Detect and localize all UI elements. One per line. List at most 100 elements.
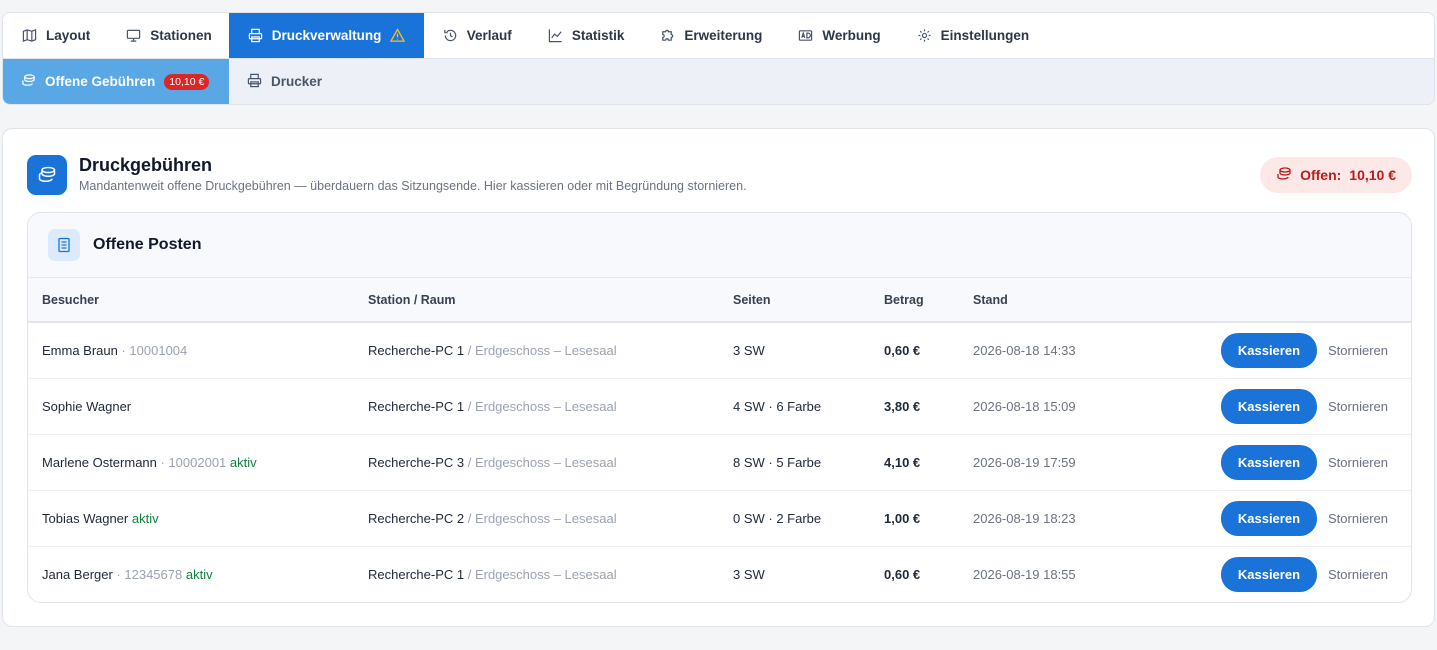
pages-cell: 3 SW — [733, 322, 884, 379]
tab-werbung[interactable]: Werbung — [779, 13, 897, 58]
kassieren-button[interactable]: Kassieren — [1220, 556, 1318, 592]
puzzle-icon — [660, 28, 675, 43]
card-header: Offene Posten — [28, 213, 1411, 278]
kassieren-button[interactable]: Kassieren — [1220, 388, 1318, 424]
column-header-betrag: Betrag — [884, 278, 973, 323]
station-name: Recherche-PC 3 — [368, 454, 465, 470]
actions-cell: Kassieren Stornieren — [1126, 378, 1411, 435]
visitor-name: Sophie Wagner — [42, 398, 132, 414]
pages-cell: 3 SW — [733, 566, 765, 582]
main-navigation: Layout Stationen Druckverwaltung Verlauf… — [2, 12, 1435, 105]
open-fees-badge: 10,10 € — [164, 73, 210, 90]
gear-icon — [917, 28, 932, 43]
subtab-drucker[interactable]: Drucker — [229, 59, 340, 104]
open-amount: 10,10 € — [1349, 167, 1396, 183]
ad-icon — [798, 28, 813, 43]
subtab-label: Drucker — [271, 74, 323, 89]
amount-cell: 3,80 € — [884, 378, 973, 435]
stornieren-button[interactable]: Stornieren — [1328, 511, 1388, 526]
tab-label: Druckverwaltung — [271, 28, 382, 43]
station-cell: Recherche-PC 1 / Erdgeschoss – Lesesaal — [368, 378, 733, 435]
visitor-status: aktiv — [226, 454, 257, 470]
amount-cell: 4,10 € — [884, 434, 973, 491]
tab-statistik[interactable]: Statistik — [529, 13, 642, 58]
visitor-card-id: · 10001004 — [117, 342, 188, 358]
tab-verlauf[interactable]: Verlauf — [424, 13, 529, 58]
visitor-name: Marlene Ostermann — [42, 454, 157, 470]
station-name: Recherche-PC 1 — [368, 342, 465, 358]
tab-einstellungen[interactable]: Einstellungen — [898, 13, 1047, 58]
date-cell: 2026-08-19 18:55 — [973, 566, 1076, 582]
date-cell: 2026-08-19 18:23 — [973, 490, 1127, 547]
tab-label: Einstellungen — [940, 28, 1030, 43]
top-tab-bar: Layout Stationen Druckverwaltung Verlauf… — [3, 13, 1434, 59]
stornieren-button[interactable]: Stornieren — [1328, 455, 1388, 470]
kassieren-button[interactable]: Kassieren — [1220, 444, 1318, 480]
open-label: Offen: — [1300, 167, 1342, 183]
room-name: / Erdgeschoss – Lesesaal — [464, 398, 617, 414]
visitor-status: aktiv — [128, 510, 159, 526]
open-items-table: Besucher Station / Raum Seiten Betrag St… — [28, 278, 1411, 602]
visitor-card-id: · 10002001 — [156, 454, 227, 470]
coins-icon — [21, 73, 36, 91]
date-cell: 2026-08-19 17:59 — [973, 434, 1127, 491]
card-title: Offene Posten — [93, 236, 202, 253]
visitor-status: aktiv — [182, 566, 213, 582]
kassieren-button[interactable]: Kassieren — [1220, 500, 1318, 536]
visitor-cell: Marlene Ostermann · 10002001 aktiv — [28, 434, 368, 491]
visitor-name: Jana Berger — [42, 566, 113, 582]
tab-label: Erweiterung — [684, 28, 763, 43]
tab-druckverwaltung[interactable]: Druckverwaltung — [228, 13, 424, 58]
open-items-card: Offene Posten Besucher Station / Raum Se… — [27, 212, 1412, 603]
room-name: / Erdgeschoss – Lesesaal — [464, 510, 617, 526]
tab-label: Layout — [46, 28, 91, 43]
tab-label: Statistik — [571, 28, 625, 43]
column-header-station: Station / Raum — [368, 278, 733, 323]
column-header-stand: Stand — [973, 278, 1127, 323]
column-header-actions — [1126, 278, 1411, 323]
tab-label: Verlauf — [466, 28, 512, 43]
stornieren-button[interactable]: Stornieren — [1328, 343, 1388, 358]
printer-icon — [248, 28, 263, 43]
subtab-offene-gebuehren[interactable]: Offene Gebühren 10,10 € — [3, 59, 229, 104]
table-row: Sophie Wagner Recherche-PC 1 / Erdgescho… — [28, 378, 1411, 435]
sub-tab-bar: Offene Gebühren 10,10 € Drucker — [3, 59, 1434, 104]
page-subtitle: Mandantenweit offene Druckgebühren — übe… — [79, 179, 747, 193]
stornieren-button[interactable]: Stornieren — [1328, 399, 1388, 414]
tab-erweiterung[interactable]: Erweiterung — [641, 13, 779, 58]
pages-cell: 4 SW · 6 Farbe — [733, 378, 884, 435]
date-cell: 2026-08-18 14:33 — [973, 322, 1127, 379]
station-name: Recherche-PC 1 — [368, 566, 465, 582]
table-row: Emma Braun · 10001004 Recherche-PC 1 / E… — [28, 322, 1411, 379]
monitor-icon — [126, 28, 141, 43]
visitor-cell: Jana Berger · 12345678 aktiv — [28, 546, 368, 602]
subtab-label: Offene Gebühren — [45, 74, 156, 89]
tab-label: Werbung — [822, 28, 881, 43]
stornieren-button[interactable]: Stornieren — [1328, 567, 1388, 582]
kassieren-button[interactable]: Kassieren — [1220, 332, 1318, 368]
station-cell: Recherche-PC 2 / Erdgeschoss – Lesesaal — [368, 490, 733, 547]
visitor-cell: Sophie Wagner — [28, 378, 368, 435]
visitor-name: Emma Braun — [42, 342, 118, 358]
actions-cell: Kassieren Stornieren — [1126, 490, 1411, 547]
visitor-cell: Emma Braun · 10001004 — [28, 322, 368, 379]
station-name: Recherche-PC 1 — [368, 398, 465, 414]
station-name: Recherche-PC 2 — [368, 510, 465, 526]
chart-icon — [548, 28, 563, 43]
coins-icon — [27, 155, 67, 195]
tab-stationen[interactable]: Stationen — [107, 13, 229, 58]
map-icon — [22, 28, 37, 43]
table-row: Marlene Ostermann · 10002001 aktiv Reche… — [28, 434, 1411, 491]
station-cell: Recherche-PC 1 / Erdgeschoss – Lesesaal — [368, 322, 733, 379]
tab-layout[interactable]: Layout — [3, 13, 107, 58]
station-cell: Recherche-PC 3 / Erdgeschoss – Lesesaal — [368, 434, 733, 491]
pages-cell: 0 SW · 2 Farbe — [733, 490, 884, 547]
table-header-row: Besucher Station / Raum Seiten Betrag St… — [28, 278, 1411, 323]
table-row: Jana Berger · 12345678 aktiv Recherche-P… — [28, 546, 1411, 602]
amount-cell: 0,60 € — [884, 322, 973, 379]
station-cell: Recherche-PC 1 / Erdgeschoss – Lesesaal — [368, 546, 733, 602]
table-row: Tobias Wagner aktiv Recherche-PC 2 / Erd… — [28, 490, 1411, 547]
receipt-icon — [48, 229, 80, 261]
room-name: / Erdgeschoss – Lesesaal — [464, 454, 617, 470]
page-title: Druckgebühren — [79, 155, 213, 175]
